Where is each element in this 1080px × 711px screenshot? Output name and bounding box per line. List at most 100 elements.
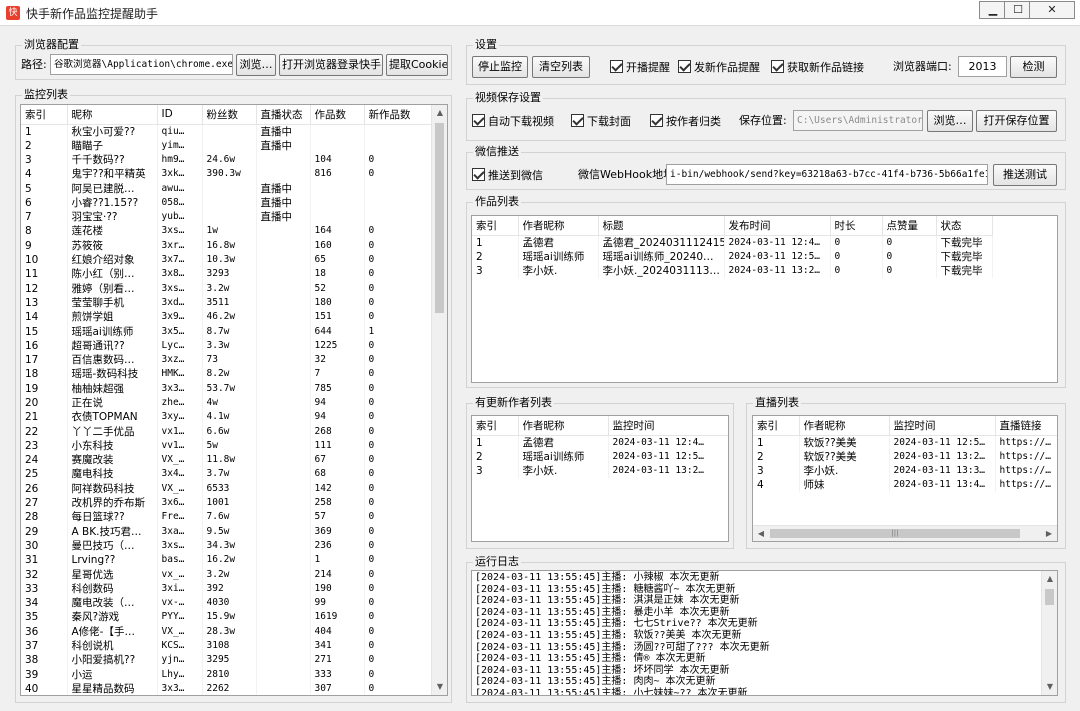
scroll-up-icon[interactable]: ▲ [1042,571,1057,587]
column-header[interactable]: 索引 [472,416,519,436]
updated-author-row[interactable]: 2 瑶瑶ai训练师 2024-03-11 12:5… [472,449,728,464]
monitor-row[interactable]: 4 鬼宇??和平精英 3xk… 390.3w 816 0 [21,167,435,182]
monitor-row[interactable]: 3 千千数码?? hm9… 24.6w 104 0 [21,152,435,168]
monitor-row[interactable]: 8 莲花楼 3xs… 1w 164 0 [21,224,435,239]
extract-cookie-button[interactable]: 提取Cookie [386,54,448,76]
monitor-row[interactable]: 19 柚柚妹超强 3x3… 53.7w 785 0 [21,381,435,396]
column-header[interactable]: 时长 [830,216,883,236]
column-header[interactable]: 监控时间 [889,416,996,436]
browser-path-input[interactable]: 谷歌浏览器\Application\chrome.exe [50,54,233,75]
monitor-list-view[interactable]: 索引 昵称 ID 粉丝数 直播状态 作品数 新作品数 1 秋宝小可爱?? qiu… 直播中 2 瞄瞄子… [20,104,448,696]
scroll-thumb[interactable] [1045,589,1054,605]
monitor-row[interactable]: 38 小阳爱搞机?? yjn… 3295 271 0 [21,653,435,668]
check-port-button[interactable]: 检测 [1010,56,1057,78]
scroll-down-icon[interactable]: ▼ [1042,679,1057,695]
monitor-row[interactable]: 34 魔电改装（… vx-… 4030 99 0 [21,596,435,611]
column-header[interactable]: 粉丝数 [202,105,257,125]
open-browser-login-button[interactable]: 打开浏览器登录快手 [279,54,383,76]
work-row[interactable]: 2 瑶瑶ai训练师 瑶瑶ai训练师_20240… 2024-03-11 12:5… 0 0… [472,249,993,264]
webhook-url-input[interactable]: i-bin/webhook/send?key=63218a63-b7cc-41f… [666,164,988,185]
live-list-view[interactable]: 索引 作者昵称 监控时间 直播链接 1 软饭??美美 2024-03-11 12:5… ht… [752,415,1058,542]
column-header[interactable]: 监控时间 [608,416,728,436]
works-list-view[interactable]: 索引 作者昵称 标题 发布时间 时长 点赞量 状态 1 孟德君 孟德君_202403111241… [471,215,1058,383]
column-header[interactable]: 直播链接 [995,416,1057,436]
push-wechat-checkbox[interactable]: 推送到微信 [472,168,543,182]
column-header[interactable]: 作品数 [310,105,365,125]
live-horizontal-scrollbar[interactable]: ◀ ||| ▶ [753,525,1057,541]
monitor-row[interactable]: 36 A修佬-【手… VX_… 28.3w 404 0 [21,624,435,639]
column-header[interactable]: 状态 [936,216,993,236]
monitor-row[interactable]: 28 每日篮球?? Fre… 7.6w 57 0 [21,510,435,525]
monitor-row[interactable]: 33 科创数码 3xi… 392 190 0 [21,581,435,596]
auto-download-checkbox[interactable]: 自动下载视频 [472,114,554,128]
monitor-row[interactable]: 32 星哥优选 vx_… 3.2w 214 0 [21,567,435,582]
monitor-row[interactable]: 5 阿吴已建脱… awu… 直播中 [21,181,435,196]
live-row[interactable]: 2 软饭??美美 2024-03-11 13:2… https://… [753,449,1057,464]
monitor-row[interactable]: 26 阿祥数码科技 VX_… 6533 142 0 [21,481,435,496]
monitor-row[interactable]: 20 正在说 zhe… 4w 94 0 [21,395,435,411]
column-header[interactable]: 索引 [753,416,800,436]
monitor-row[interactable]: 31 Lrving?? bas… 16.2w 1 0 [21,553,435,568]
run-log-textarea[interactable]: [2024-03-11 13:55:45]主播: 小辣椒 本次无更新 [2024-… [471,570,1058,696]
monitor-row[interactable]: 15 瑶瑶ai训练师 3x5… 8.7w 644 1 [21,324,435,339]
monitor-row[interactable]: 24 赛魔改装 VX_… 11.8w 67 0 [21,453,435,468]
monitor-row[interactable]: 12 雅婷（别看… 3xs… 3.2w 52 0 [21,281,435,296]
live-row[interactable]: 1 软饭??美美 2024-03-11 12:5… https://… [753,435,1057,450]
live-row[interactable]: 4 师妹 2024-03-11 13:4… https://… [753,478,1057,493]
close-button[interactable]: ✕ [1029,1,1075,19]
monitor-row[interactable]: 16 超哥通讯?? Lyc… 3.3w 1225 0 [21,338,435,353]
updated-authors-list-view[interactable]: 索引 作者昵称 监控时间 1 孟德君 2024-03-11 12:4… 2 瑶瑶ai训练师 2… [471,415,729,542]
download-cover-checkbox[interactable]: 下载封面 [571,114,631,128]
monitor-row[interactable]: 14 煎饼学姐 3x9… 46.2w 151 0 [21,310,435,325]
monitor-row[interactable]: 11 陈小红（别… 3x8… 3293 18 0 [21,267,435,282]
clear-list-button[interactable]: 清空列表 [532,56,590,78]
work-row[interactable]: 3 李小妖. 李小妖._2024031113… 2024-03-11 13:2… 0 0 下… [472,263,993,279]
monitor-row[interactable]: 17 百信惠数码… 3xz… 73 32 0 [21,352,435,368]
column-header[interactable]: 昵称 [67,105,158,125]
open-save-folder-button[interactable]: 打开保存位置 [976,110,1057,132]
work-row[interactable]: 1 孟德君 孟德君_20240311124152 2024-03-11 12:4… 0 0… [472,235,993,250]
scroll-thumb[interactable]: ||| [770,529,1020,538]
column-header[interactable]: 作者昵称 [518,216,599,236]
monitor-row[interactable]: 1 秋宝小可爱?? qiu… 直播中 [21,124,435,139]
monitor-row[interactable]: 39 小运 Lhy… 2810 333 0 [21,667,435,682]
maximize-button[interactable]: ☐ [1004,1,1032,19]
column-header[interactable]: 作者昵称 [799,416,890,436]
scroll-left-icon[interactable]: ◀ [753,526,769,541]
monitor-row[interactable]: 27 改机界的乔布斯 3x6… 1001 258 0 [21,495,435,511]
minimize-button[interactable]: ▁ [979,1,1007,19]
save-path-input[interactable]: C:\Users\Administrator\D [793,110,923,131]
monitor-row[interactable]: 25 魔电科技 3x4… 3.7w 68 0 [21,467,435,482]
column-header[interactable]: ID [157,105,203,125]
monitor-row[interactable]: 23 小东科技 vv1… 5w 111 0 [21,438,435,454]
column-header[interactable]: 新作品数 [364,105,435,125]
monitor-row[interactable]: 30 曼巴技巧（… 3xs… 34.3w 236 0 [21,538,435,554]
column-header[interactable]: 点赞量 [882,216,937,236]
get-link-checkbox[interactable]: 获取新作品链接 [771,60,864,74]
scroll-down-icon[interactable]: ▼ [432,679,447,695]
log-vertical-scrollbar[interactable]: ▲ ▼ [1041,571,1057,695]
column-header[interactable]: 索引 [21,105,68,125]
by-author-checkbox[interactable]: 按作者归类 [650,114,721,128]
column-header[interactable]: 索引 [472,216,519,236]
live-alert-checkbox[interactable]: 开播提醒 [610,60,670,74]
monitor-row[interactable]: 35 秦风?游戏 PYY… 15.9w 1619 0 [21,610,435,625]
browse-save-path-button[interactable]: 浏览… [927,110,973,132]
scroll-right-icon[interactable]: ▶ [1041,526,1057,541]
new-work-alert-checkbox[interactable]: 发新作品提醒 [678,60,760,74]
monitor-row[interactable]: 2 瞄瞄子 yim… 直播中 [21,138,435,153]
monitor-row[interactable]: 18 瑶瑶-数码科技 HMK… 8.2w 7 0 [21,367,435,382]
monitor-row[interactable]: 7 羽宝宝·?? yub… 直播中 [21,209,435,225]
updated-author-row[interactable]: 3 李小妖. 2024-03-11 13:2… [472,463,728,479]
monitor-row[interactable]: 9 苏筱筱 3xr… 16.8w 160 0 [21,238,435,253]
column-header[interactable]: 作者昵称 [518,416,609,436]
monitor-vertical-scrollbar[interactable]: ▲ ▼ [431,105,447,695]
port-input[interactable]: 2013 [958,56,1007,77]
scroll-thumb[interactable] [435,123,444,313]
updated-author-row[interactable]: 1 孟德君 2024-03-11 12:4… [472,435,728,450]
monitor-row[interactable]: 6 小睿??1.15?? 058… 直播中 [21,195,435,210]
monitor-row[interactable]: 22 丫丫二手优品 vx1… 6.6w 268 0 [21,424,435,439]
monitor-row[interactable]: 10 红娘介绍对象 3x7… 10.3w 65 0 [21,252,435,268]
monitor-row[interactable]: 29 A BK.技巧君… 3xa… 9.5w 369 0 [21,524,435,539]
push-test-button[interactable]: 推送测试 [993,164,1057,186]
